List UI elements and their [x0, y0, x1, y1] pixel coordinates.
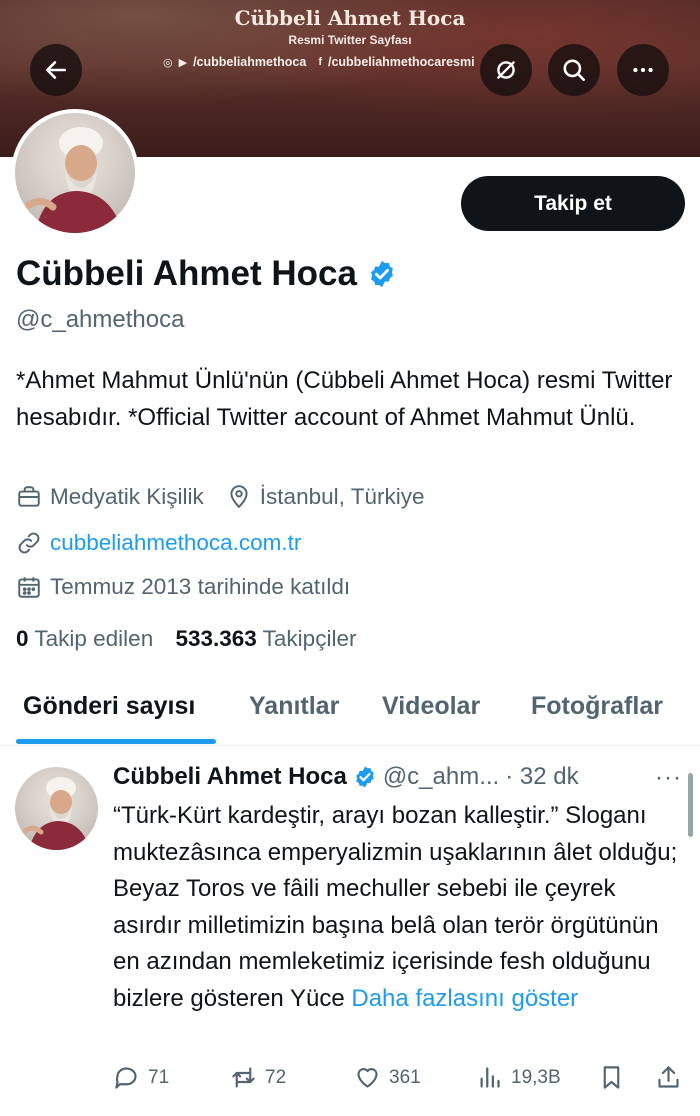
youtube-icon: ▶: [178, 56, 188, 69]
banner-facebook-handle: /cubbeliahmethocaresmi: [327, 55, 475, 69]
facebook-icon: f: [318, 56, 322, 68]
more-horizontal-icon: [633, 67, 653, 73]
tab-photos[interactable]: Fotoğraflar: [531, 692, 663, 721]
tweet-header: Cübbeli Ahmet Hoca @c_ahm... · 32 dk: [113, 763, 579, 791]
profile-handle: @c_ahmethoca: [16, 306, 185, 333]
back-button[interactable]: [30, 44, 82, 96]
bookmark-icon: [603, 1066, 620, 1089]
tweet-time[interactable]: · 32 dk: [505, 763, 578, 791]
share-button[interactable]: [655, 1064, 682, 1091]
tweet-author-handle[interactable]: @c_ahm...: [383, 763, 499, 791]
tab-posts[interactable]: Gönderi sayısı: [23, 692, 195, 721]
retweet-icon: [232, 1067, 255, 1088]
like-count: 361: [389, 1066, 421, 1088]
reply-icon: [115, 1067, 137, 1089]
search-button[interactable]: [548, 44, 600, 96]
profile-avatar[interactable]: [11, 109, 139, 237]
briefcase-icon: [18, 486, 40, 507]
arrow-left-icon: [46, 61, 66, 79]
more-button[interactable]: [617, 44, 669, 96]
following-link[interactable]: 0 Takip edilen: [16, 626, 153, 651]
following-label: Takip edilen: [34, 626, 154, 651]
follow-button[interactable]: Takip et: [461, 176, 685, 231]
analytics-icon: [480, 1067, 500, 1088]
calendar-icon: [18, 577, 40, 598]
share-icon: [658, 1066, 679, 1088]
views-count: 19,3B: [511, 1066, 561, 1088]
following-count: 0: [16, 626, 29, 651]
verified-badge-icon[interactable]: [367, 259, 397, 289]
tweet-more-button[interactable]: ···: [655, 764, 682, 792]
views-button[interactable]: 19,3B: [476, 1064, 561, 1091]
active-tab-indicator: [16, 739, 216, 744]
show-more-link[interactable]: Daha fazlasını göster: [351, 985, 578, 1012]
banner-social-handle: /cubbeliahmethoca: [193, 55, 307, 69]
followers-label: Takipçiler: [262, 626, 357, 651]
profile-category[interactable]: Medyatik Kişilik: [50, 484, 204, 510]
banner-subtitle: Resmi Twitter Sayfası: [288, 33, 412, 47]
profile-meta-row-3: Temmuz 2013 tarihinde katıldı: [16, 574, 350, 600]
tweet-avatar-portrait: [22, 777, 90, 850]
like-button[interactable]: 361: [354, 1064, 421, 1091]
location-pin-icon: [230, 485, 248, 509]
retweet-count: 72: [265, 1066, 287, 1088]
bookmark-button[interactable]: [598, 1064, 625, 1091]
profile-location: İstanbul, Türkiye: [259, 484, 425, 509]
tab-replies[interactable]: Yanıtlar: [249, 692, 339, 721]
profile-meta-row-1: Medyatik Kişilik İstanbul, Türkiye: [16, 484, 424, 510]
profile-bio: *Ahmet Mahmut Ünlü'nün (Cübbeli Ahmet Ho…: [16, 367, 673, 431]
profile-meta-row-2: cubbeliahmethoca.com.tr: [16, 530, 301, 556]
tweet-actions: 71 72 361 19,3B: [0, 1060, 700, 1100]
tweet-author-name[interactable]: Cübbeli Ahmet Hoca: [113, 763, 347, 791]
avatar-portrait: [25, 127, 123, 233]
tweet-author-avatar[interactable]: [15, 767, 98, 850]
tweet-text[interactable]: “Türk-Kürt kardeştir, arayı bozan kalleş…: [113, 798, 688, 1017]
tweet-text-content: “Türk-Kürt kardeştir, arayı bozan kalleş…: [113, 802, 678, 1012]
retweet-button[interactable]: 72: [230, 1064, 286, 1091]
instagram-icon: ◎: [163, 56, 173, 69]
followers-count: 533.363: [175, 626, 257, 651]
reply-count: 71: [148, 1066, 170, 1088]
tab-videos[interactable]: Videolar: [382, 692, 480, 721]
followers-link[interactable]: 533.363 Takipçiler: [175, 626, 356, 651]
link-icon: [18, 532, 40, 554]
banner-social-links: ◎ ▶ /cubbeliahmethoca f /cubbeliahmethoc…: [163, 55, 475, 69]
scrollbar[interactable]: [688, 773, 693, 837]
profile-joined-date: Temmuz 2013 tarihinde katıldı: [50, 574, 351, 599]
grok-button[interactable]: [480, 44, 532, 96]
verified-badge-icon: [356, 766, 374, 788]
reply-button[interactable]: 71: [113, 1064, 169, 1091]
profile-tabs: Gönderi sayısı Yanıtlar Videolar Fotoğra…: [0, 680, 700, 746]
profile-name-text: Cübbeli Ahmet Hoca: [16, 254, 357, 293]
heart-icon: [357, 1068, 378, 1088]
grok-icon: [497, 61, 515, 79]
profile-name: Cübbeli Ahmet Hoca: [16, 254, 397, 294]
search-icon: [563, 59, 586, 82]
banner-title: Cübbeli Ahmet Hoca: [234, 6, 466, 30]
profile-website-link[interactable]: cubbeliahmethoca.com.tr: [50, 530, 301, 556]
profile-stats: 0 Takip edilen 533.363 Takipçiler: [16, 626, 356, 652]
